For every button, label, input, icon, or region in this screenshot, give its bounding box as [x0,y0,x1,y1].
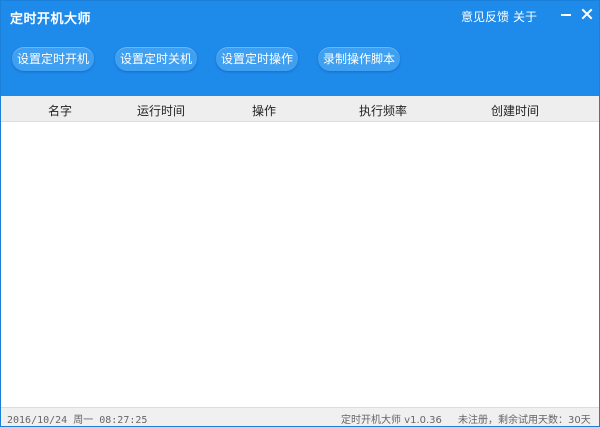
status-version: 定时开机大师 v1.0.36 [341,415,442,426]
status-bar: 2016/10/24 周一 08:27:25 定时开机大师 v1.0.36 未注… [1,407,599,426]
close-button[interactable] [579,6,595,22]
record-script-button[interactable]: 录制操作脚本 [318,47,400,71]
column-header-operation[interactable]: 操作 [252,102,276,119]
header-bar: 定时开机大师 意见反馈 关于 设置定时开机 设置定时关机 设置定时操作 录制操作… [1,1,599,96]
set-shutdown-button[interactable]: 设置定时关机 [115,47,197,71]
minimize-icon [561,14,571,16]
minimize-button[interactable] [558,6,574,22]
column-header-frequency[interactable]: 执行频率 [359,102,407,119]
task-table-header: 名字 运行时间 操作 执行频率 创建时间 [1,96,599,122]
feedback-link[interactable]: 意见反馈 [461,8,509,25]
column-header-created-time[interactable]: 创建时间 [491,102,539,119]
column-header-run-time[interactable]: 运行时间 [137,102,185,119]
set-operation-button[interactable]: 设置定时操作 [216,47,298,71]
column-header-name[interactable]: 名字 [48,102,72,119]
close-icon [581,8,593,20]
app-window: 定时开机大师 意见反馈 关于 设置定时开机 设置定时关机 设置定时操作 录制操作… [0,0,600,427]
set-boot-button[interactable]: 设置定时开机 [12,47,94,71]
about-link[interactable]: 关于 [513,8,537,25]
task-table-body[interactable] [1,122,599,407]
app-title: 定时开机大师 [10,12,92,27]
registration-status[interactable]: 未注册，剩余试用天数：30天 [458,411,591,426]
status-datetime: 2016/10/24 周一 08:27:25 [7,415,148,426]
